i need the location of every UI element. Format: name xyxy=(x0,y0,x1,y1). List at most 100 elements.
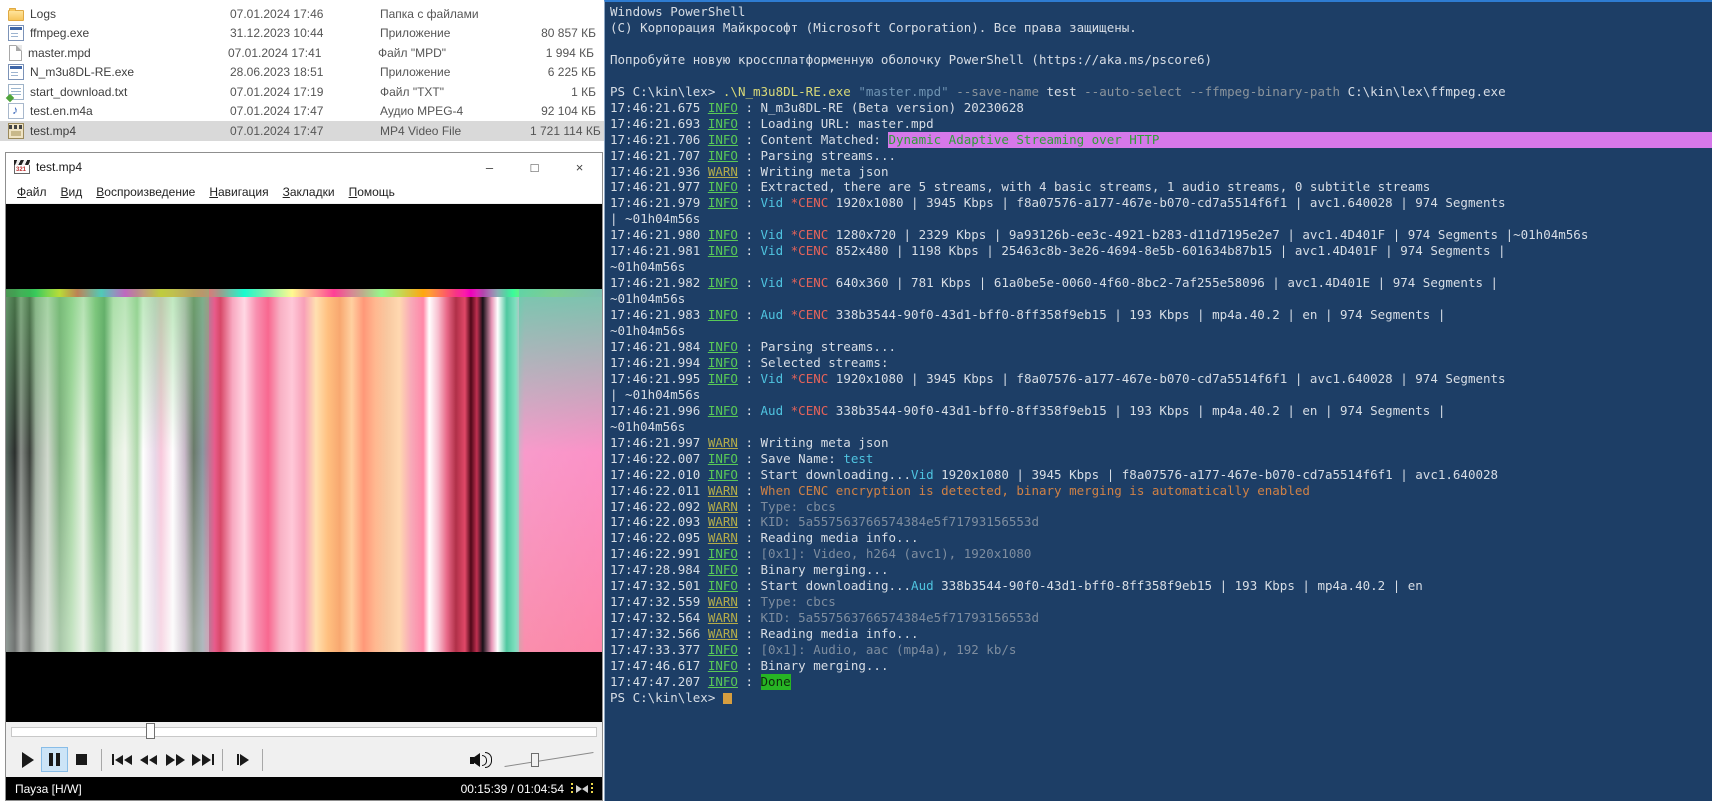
menu-помощь[interactable]: Помощь xyxy=(342,183,402,201)
video-frame xyxy=(6,289,602,652)
menu-файл[interactable]: Файл xyxy=(10,183,54,201)
menu-навигация[interactable]: Навигация xyxy=(202,183,275,201)
file-type: Папка с файлами xyxy=(380,6,479,21)
file-row[interactable]: test.en.m4a 07.01.2024 17:47 Аудио MPEG-4 9… xyxy=(0,102,604,122)
file-date: 31.12.2023 10:44 xyxy=(230,26,324,41)
skip-back-button[interactable] xyxy=(108,747,135,772)
terminal-line: 17:46:21.675 INFO : N_m3u8DL-RE (Beta ve… xyxy=(610,99,1024,115)
file-row[interactable]: master.mpd 07.01.2024 17:41 Файл "MPD" 1 99… xyxy=(0,43,604,63)
file-list: Logs 07.01.2024 17:46 Папка с файлами ffmpe… xyxy=(0,0,604,141)
minimize-button[interactable]: – xyxy=(467,153,512,181)
file-row[interactable]: start_download.txt 07.01.2024 17:19 Файл "… xyxy=(0,82,604,102)
file-icon xyxy=(9,44,22,61)
menu-вид[interactable]: Вид xyxy=(54,183,90,201)
video-frame-tint-left xyxy=(6,289,209,652)
file-name: test.en.m4a xyxy=(30,104,93,119)
playback-status: Пауза [H/W] xyxy=(15,781,82,796)
time-display: 00:15:39 / 01:04:54 xyxy=(460,781,564,796)
terminal-line: Попробуйте новую кроссплатформенную обол… xyxy=(610,51,1213,67)
close-button[interactable]: × xyxy=(557,153,602,181)
text-icon xyxy=(8,83,24,100)
player-titlebar[interactable]: test.mp4 –□× xyxy=(6,153,602,181)
file-name: N_m3u8DL-RE.exe xyxy=(30,65,135,80)
file-type: Файл "TXT" xyxy=(380,84,445,99)
file-type: Файл "MPD" xyxy=(378,45,447,60)
file-name: test.mp4 xyxy=(30,123,77,138)
terminal-line: | ~01h04m56s xyxy=(610,386,701,402)
terminal-line: ~01h04m56s xyxy=(610,323,686,339)
audio-channel-icon xyxy=(571,782,593,795)
terminal-line: 17:46:22.095 WARN : Reading media info..… xyxy=(610,530,919,546)
terminal-line: 17:46:21.936 WARN : Writing meta json xyxy=(610,163,889,179)
play-button[interactable] xyxy=(14,747,41,772)
terminal-line: 17:46:21.995 INFO : Vid *CENC 1920x1080 … xyxy=(610,370,1506,386)
controls-separator xyxy=(262,748,263,771)
terminal-line: 17:46:21.981 INFO : Vid *CENC 852x480 | … xyxy=(610,243,1506,259)
app-icon xyxy=(8,64,24,81)
file-date: 07.01.2024 17:19 xyxy=(230,84,324,99)
fast-forward-button[interactable] xyxy=(162,747,189,772)
terminal-line: 17:46:21.997 WARN : Writing meta json xyxy=(610,434,889,450)
file-row[interactable]: N_m3u8DL-RE.exe 28.06.2023 18:51 Приложени… xyxy=(0,63,604,83)
terminal-line: 17:46:21.979 INFO : Vid *CENC 1920x1080 … xyxy=(610,195,1506,211)
terminal-line: 17:46:21.984 INFO : Parsing streams... xyxy=(610,338,896,354)
file-row[interactable]: Logs 07.01.2024 17:46 Папка с файлами xyxy=(0,4,604,24)
volume-slider-line xyxy=(504,751,594,767)
media-player-window: test.mp4 –□× ФайлВидВоспроизведениеНавиг… xyxy=(5,152,603,801)
terminal-line: ~01h04m56s xyxy=(610,291,686,307)
file-date: 07.01.2024 17:46 xyxy=(230,6,324,21)
seek-thumb[interactable] xyxy=(145,723,155,739)
stop-button[interactable] xyxy=(68,747,95,772)
powershell-terminal[interactable]: Windows PowerShell (C) Корпорация Майкрос… xyxy=(604,0,1712,801)
audio-icon xyxy=(8,103,24,120)
frame-step-button[interactable] xyxy=(229,747,256,772)
file-type: Аудио MPEG-4 xyxy=(380,104,464,119)
terminal-line: 17:47:33.377 INFO : [0x1]: Audio, aac (m… xyxy=(610,642,1017,658)
file-name: ffmpeg.exe xyxy=(30,26,90,41)
file-date: 07.01.2024 17:47 xyxy=(230,123,324,138)
terminal-cursor xyxy=(722,692,732,704)
terminal-line: 17:46:21.693 INFO : Loading URL: master.… xyxy=(610,115,934,131)
volume-thumb[interactable] xyxy=(531,752,539,767)
file-type: Приложение xyxy=(380,26,451,41)
app-icon xyxy=(8,25,24,42)
file-row[interactable]: test.mp4 07.01.2024 17:47 MP4 Video File 1 … xyxy=(0,121,604,141)
file-date: 28.06.2023 18:51 xyxy=(230,65,324,80)
seek-bar[interactable] xyxy=(6,722,602,742)
skip-forward-button[interactable] xyxy=(189,747,216,772)
file-size: 1 994 КБ xyxy=(545,45,594,60)
seek-track[interactable] xyxy=(11,727,597,737)
rewind-button[interactable] xyxy=(135,747,162,772)
window-buttons: – □ × xyxy=(467,153,602,181)
terminal-line: 17:46:21.983 INFO : Aud *CENC 338b3544-9… xyxy=(610,307,1446,323)
menu-воспроизведение[interactable]: Воспроизведение xyxy=(89,183,202,201)
file-row[interactable]: ffmpeg.exe 31.12.2023 10:44 Приложение 80 8… xyxy=(0,24,604,44)
terminal-line: 17:46:22.093 WARN : KID: 5a5575637665743… xyxy=(610,514,1039,530)
menu-закладки[interactable]: Закладки xyxy=(276,183,342,201)
video-area[interactable] xyxy=(6,204,602,722)
folder-icon xyxy=(8,7,24,21)
player-statusbar: Пауза [H/W] 00:15:39 / 01:04:54 xyxy=(6,777,602,800)
player-controls xyxy=(6,742,602,777)
volume-icon[interactable] xyxy=(470,751,494,769)
file-name: master.mpd xyxy=(28,45,91,60)
terminal-line: PS C:\kin\lex> .\N_m3u8DL-RE.exe "master… xyxy=(610,83,1506,99)
volume-slider[interactable] xyxy=(504,750,594,770)
terminal-line: (C) Корпорация Майкрософт (Microsoft Cor… xyxy=(610,19,1137,35)
file-size: 80 857 КБ xyxy=(541,26,596,41)
terminal-line: PS C:\kin\lex> xyxy=(610,690,1712,706)
terminal-line: Windows PowerShell xyxy=(610,4,746,19)
pause-button[interactable] xyxy=(41,747,68,772)
file-type: MP4 Video File xyxy=(380,123,462,138)
mpc-app-icon xyxy=(14,160,30,174)
file-name: Logs xyxy=(30,6,57,21)
terminal-line: 17:47:32.564 WARN : KID: 5a5575637665743… xyxy=(610,610,1039,626)
terminal-line: 17:46:22.010 INFO : Start downloading...… xyxy=(610,466,1499,482)
player-menubar: Файл Вид Воспроизведение Навигация Закладки П… xyxy=(6,181,602,204)
file-size: 1 721 114 КБ xyxy=(530,123,601,138)
terminal-line: 17:47:28.984 INFO : Binary merging... xyxy=(610,562,889,578)
terminal-line: 17:46:21.707 INFO : Parsing streams... xyxy=(610,147,896,163)
maximize-button[interactable]: □ xyxy=(512,153,557,181)
terminal-line: 17:47:32.559 WARN : Type: cbcs xyxy=(610,594,836,610)
